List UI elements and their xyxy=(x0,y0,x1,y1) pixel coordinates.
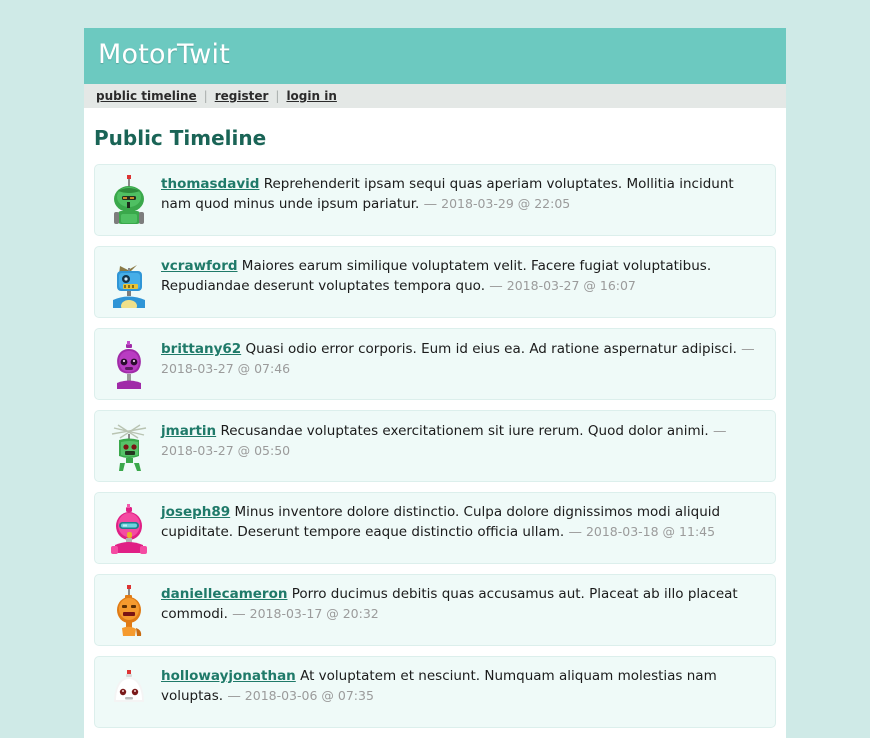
robot-avatar-pink-visor-icon xyxy=(111,504,147,554)
timeline-entry-list: thomasdavid Reprehenderit ipsam sequi qu… xyxy=(94,164,776,728)
entry-timestamp: 2018-03-27 @ 05:50 xyxy=(161,443,291,458)
nav-separator: | xyxy=(203,89,208,103)
entry-body: vcrawford Maiores earum similique volupt… xyxy=(161,256,763,296)
timeline-entry: jmartin Recusandae voluptates exercitati… xyxy=(94,410,776,482)
navigation-bar: public timeline | register | login in xyxy=(84,84,786,108)
robot-avatar-orange-oval-icon xyxy=(117,585,142,636)
entry-username-link[interactable]: hollowayjonathan xyxy=(161,668,296,684)
entry-username-link[interactable]: thomasdavid xyxy=(161,176,259,192)
site-header: MotorTwit xyxy=(84,28,786,84)
entry-username-link[interactable]: daniellecameron xyxy=(161,586,287,602)
entry-timestamp: 2018-03-18 @ 11:45 xyxy=(581,524,716,539)
entry-timestamp: 2018-03-29 @ 22:05 xyxy=(437,196,571,211)
nav-public-timeline[interactable]: public timeline xyxy=(96,89,197,103)
entry-separator: — xyxy=(423,196,438,212)
entry-message: Quasi odio error corporis. Eum id eius e… xyxy=(241,341,742,357)
entry-timestamp: 2018-03-27 @ 07:46 xyxy=(161,361,291,376)
nav-register[interactable]: register xyxy=(215,89,269,103)
robot-avatar-white-dome-icon xyxy=(114,670,144,702)
nav-login-in[interactable]: login in xyxy=(286,89,336,103)
entry-separator: — xyxy=(489,278,503,294)
timeline-entry: thomasdavid Reprehenderit ipsam sequi qu… xyxy=(94,164,776,236)
entry-username-link[interactable]: jmartin xyxy=(161,423,216,439)
entry-message: Recusandae voluptates exercitationem sit… xyxy=(216,423,713,439)
nav-separator: | xyxy=(275,89,280,103)
entry-body: jmartin Recusandae voluptates exercitati… xyxy=(161,420,763,461)
robot-avatar-purple-bulb-icon xyxy=(117,341,141,389)
entry-separator: — xyxy=(712,423,727,439)
entry-username-link[interactable]: vcrawford xyxy=(161,258,238,274)
entry-separator: — xyxy=(227,688,241,704)
robot-avatar-blue-box-icon xyxy=(113,265,145,308)
timeline-entry: daniellecameron Porro ducimus debitis qu… xyxy=(94,574,776,646)
robot-avatar-green-helmet-icon xyxy=(114,175,144,224)
entry-timestamp: 2018-03-06 @ 07:35 xyxy=(240,688,374,703)
entry-body: joseph89 Minus inventore dolore distinct… xyxy=(161,502,763,542)
main-content: Public Timeline thomasdavid Reprehenderi… xyxy=(84,108,786,728)
timeline-entry: hollowayjonathan At voluptatem et nesciu… xyxy=(94,656,776,728)
entry-username-link[interactable]: joseph89 xyxy=(161,504,230,520)
timeline-entry: vcrawford Maiores earum similique volupt… xyxy=(94,246,776,318)
entry-username-link[interactable]: brittany62 xyxy=(161,341,241,357)
entry-body: thomasdavid Reprehenderit ipsam sequi qu… xyxy=(161,174,763,214)
page-title: Public Timeline xyxy=(94,126,267,150)
entry-timestamp: 2018-03-27 @ 16:07 xyxy=(502,278,636,293)
entry-body: daniellecameron Porro ducimus debitis qu… xyxy=(161,584,763,624)
timeline-entry: brittany62 Quasi odio error corporis. Eu… xyxy=(94,328,776,400)
entry-separator: — xyxy=(232,606,246,622)
entry-separator: — xyxy=(568,524,582,540)
entry-body: hollowayjonathan At voluptatem et nesciu… xyxy=(161,666,763,706)
site-title: MotorTwit xyxy=(98,39,231,70)
page-container: MotorTwit public timeline | register | l… xyxy=(84,28,786,738)
timeline-entry: joseph89 Minus inventore dolore distinct… xyxy=(94,492,776,564)
entry-timestamp: 2018-03-17 @ 20:32 xyxy=(245,606,379,621)
entry-body: brittany62 Quasi odio error corporis. Eu… xyxy=(161,338,763,379)
robot-avatar-green-antenna-icon xyxy=(111,424,147,471)
entry-separator: — xyxy=(741,341,755,357)
